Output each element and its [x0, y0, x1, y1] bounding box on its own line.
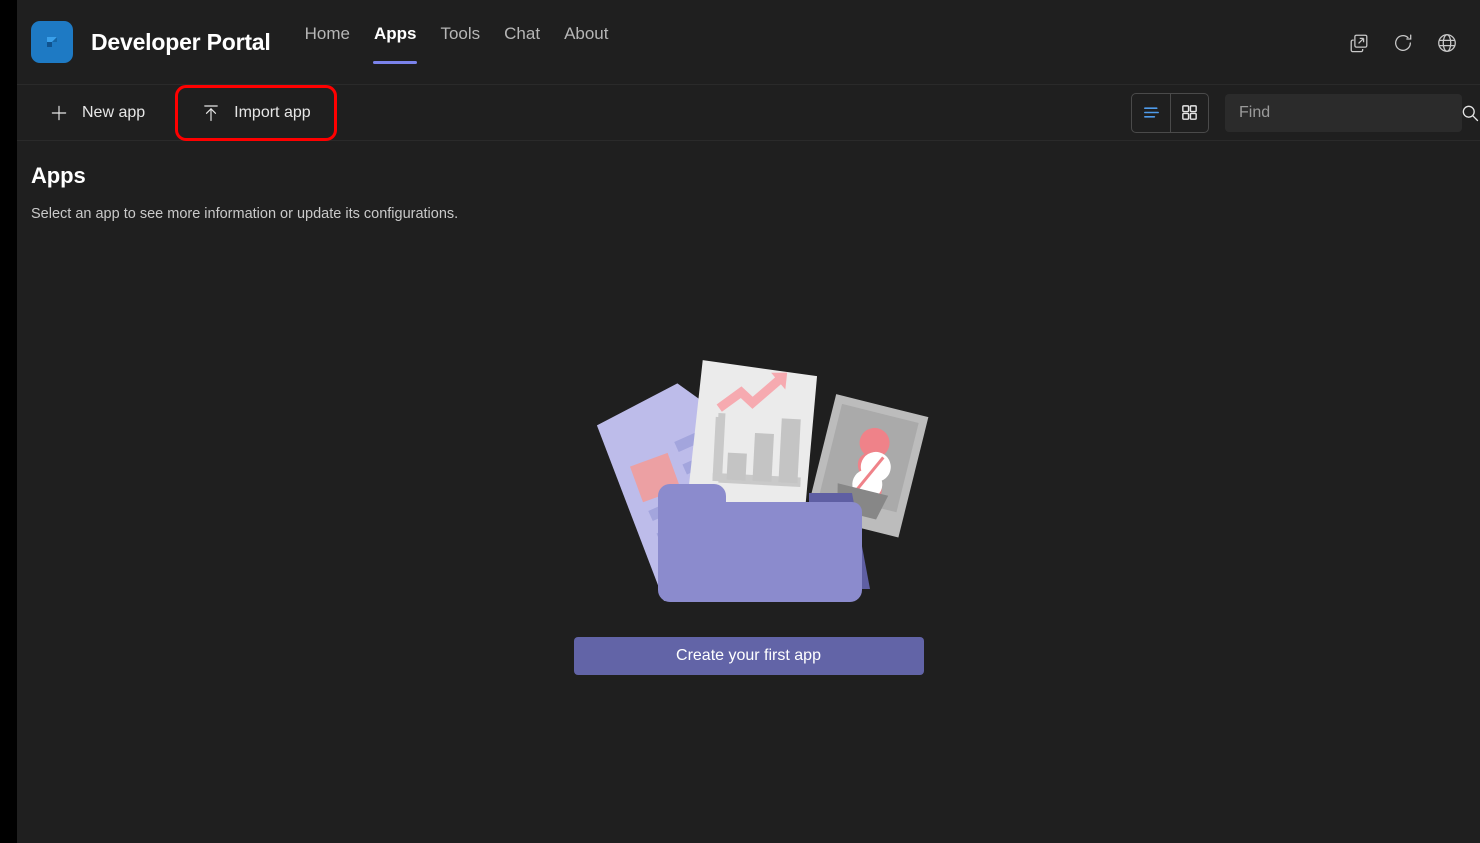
nav-item-home[interactable]: Home: [293, 16, 362, 48]
folder-with-documents-illustration: [596, 360, 928, 602]
create-first-app-button[interactable]: Create your first app: [573, 637, 924, 675]
globe-icon[interactable]: [1436, 32, 1458, 54]
list-view-button[interactable]: [1132, 94, 1170, 132]
brand: Developer Portal: [31, 21, 271, 63]
list-view-icon: [1143, 107, 1159, 118]
plus-icon: [51, 105, 67, 120]
search-box[interactable]: [1225, 93, 1479, 132]
teams-developer-portal-logo-icon: [31, 21, 73, 63]
import-app-button[interactable]: Import app: [175, 84, 337, 141]
app-header: Developer Portal Home Apps Tools Chat Ab…: [17, 0, 1480, 85]
grid-view-icon: [1182, 105, 1197, 120]
grid-view-button[interactable]: [1170, 93, 1208, 132]
import-app-label: Import app: [234, 103, 311, 121]
developer-portal-window: Developer Portal Home Apps Tools Chat Ab…: [0, 0, 1480, 843]
nav-item-chat[interactable]: Chat: [492, 16, 552, 48]
toolbar-right-group: [1131, 85, 1479, 140]
apps-toolbar: New app Import app: [17, 84, 1480, 141]
refresh-icon[interactable]: [1392, 32, 1414, 54]
view-toggle: [1131, 92, 1209, 133]
nav-item-tools[interactable]: Tools: [428, 16, 492, 48]
nav-item-apps[interactable]: Apps: [362, 16, 429, 64]
upload-arrow-icon: [204, 104, 218, 121]
apps-content: Apps Select an app to see more informati…: [17, 141, 1480, 843]
new-app-button[interactable]: New app: [35, 93, 159, 133]
search-icon[interactable]: [1460, 103, 1480, 123]
header-actions: [1348, 0, 1458, 85]
page-subtitle: Select an app to see more information or…: [31, 206, 459, 222]
nav-item-about[interactable]: About: [552, 16, 620, 48]
empty-state: Create your first app: [17, 341, 1480, 675]
main-nav: Home Apps Tools Chat About: [293, 10, 621, 74]
open-in-new-window-icon[interactable]: [1348, 32, 1370, 54]
page-title: Apps: [31, 163, 86, 188]
new-app-label: New app: [82, 103, 146, 121]
brand-title: Developer Portal: [91, 28, 271, 55]
search-input[interactable]: [1225, 93, 1460, 132]
